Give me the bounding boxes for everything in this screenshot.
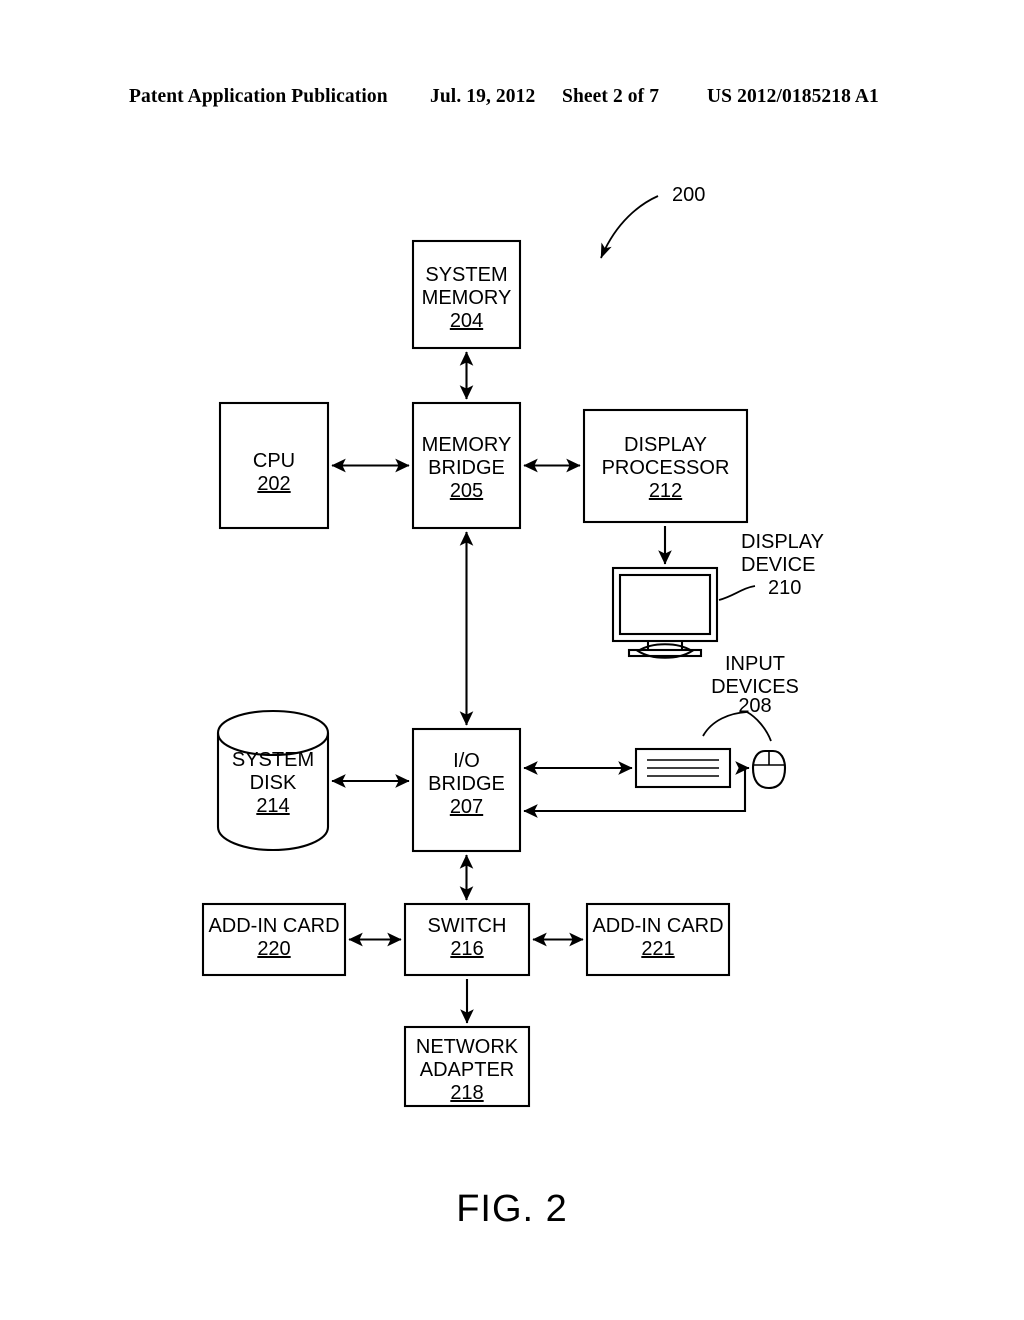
display-processor-line1: DISPLAY — [624, 434, 707, 456]
add-in-card-right-line1: ADD-IN CARD — [592, 915, 723, 937]
system-disk-ref: 214 — [256, 795, 289, 817]
system-callout: 200 — [600, 184, 705, 259]
add-in-card-left-line1: ADD-IN CARD — [208, 915, 339, 937]
figure-caption: FIG. 2 — [456, 1188, 568, 1230]
mouse-icon — [751, 749, 787, 790]
node-display-processor: DISPLAY PROCESSOR 212 — [582, 408, 749, 524]
network-adapter-line2: ADAPTER — [420, 1059, 514, 1081]
system-disk-line2: DISK — [250, 772, 297, 794]
display-device-line2: DEVICE — [741, 554, 815, 576]
keyboard-icon — [634, 747, 732, 789]
add-in-card-right-ref: 221 — [641, 938, 674, 960]
input-devices-line1: INPUT — [725, 653, 785, 675]
switch-ref: 216 — [450, 938, 483, 960]
node-memory-bridge: MEMORY BRIDGE 205 — [411, 401, 522, 530]
memory-bridge-line2: BRIDGE — [428, 457, 505, 479]
patent-figure-page: Patent Application Publication Jul. 19, … — [0, 0, 1024, 1320]
io-bridge-ref: 207 — [450, 796, 483, 818]
node-switch: SWITCH 216 — [403, 902, 531, 977]
input-devices-callout: INPUT DEVICES 208 — [702, 653, 799, 742]
add-in-card-left-ref: 220 — [257, 938, 290, 960]
display-device-icon — [611, 566, 719, 659]
display-processor-line2: PROCESSOR — [602, 457, 730, 479]
system-memory-ref: 204 — [450, 310, 483, 332]
switch-line1: SWITCH — [428, 915, 507, 937]
memory-bridge-ref: 205 — [450, 480, 483, 502]
node-add-in-card-right: ADD-IN CARD 221 — [585, 902, 731, 977]
cpu-line1: CPU — [253, 450, 295, 472]
system-memory-line2: MEMORY — [422, 287, 512, 309]
system-block-diagram: 200 SYSTEM MEMORY 204 CPU 202 MEMORY BRI… — [201, 184, 824, 1108]
input-devices-ref: 208 — [738, 695, 771, 717]
system-callout-label: 200 — [672, 184, 705, 206]
display-processor-ref: 212 — [649, 480, 682, 502]
display-device-line1: DISPLAY — [741, 531, 824, 553]
network-adapter-line1: NETWORK — [416, 1036, 519, 1058]
cpu-ref: 202 — [257, 473, 290, 495]
network-adapter-ref: 218 — [450, 1082, 483, 1104]
node-network-adapter: NETWORK ADAPTER 218 — [403, 1025, 531, 1108]
display-device-callout: DISPLAY DEVICE 210 — [718, 531, 824, 601]
display-device-ref: 210 — [768, 577, 801, 599]
system-memory-line1: SYSTEM — [425, 264, 507, 286]
node-add-in-card-left: ADD-IN CARD 220 — [201, 902, 347, 977]
memory-bridge-line1: MEMORY — [422, 434, 512, 456]
node-cpu: CPU 202 — [218, 401, 330, 530]
io-bridge-line1: I/O — [453, 750, 480, 772]
system-disk-line1: SYSTEM — [232, 749, 314, 771]
node-io-bridge: I/O BRIDGE 207 — [411, 727, 522, 853]
node-system-disk: SYSTEM DISK 214 — [216, 709, 330, 852]
io-bridge-line2: BRIDGE — [428, 773, 505, 795]
node-system-memory: SYSTEM MEMORY 204 — [411, 239, 522, 350]
